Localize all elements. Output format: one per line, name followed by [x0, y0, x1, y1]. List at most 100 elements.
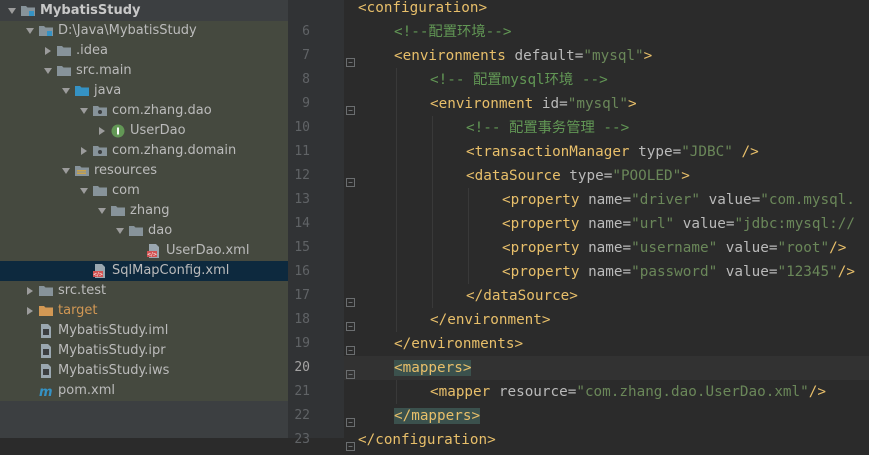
- code-line[interactable]: <environment id="mysql">: [430, 92, 637, 116]
- indent-guide: [432, 116, 433, 140]
- code-line[interactable]: </environment>: [430, 308, 551, 332]
- fold-marker-icon[interactable]: [346, 436, 355, 451]
- tree-item-resources[interactable]: resources: [0, 161, 288, 181]
- ipr-file-icon: [38, 343, 54, 359]
- fold-marker-icon[interactable]: [346, 340, 355, 355]
- fold-marker-icon[interactable]: [346, 100, 355, 115]
- chevron-down-icon[interactable]: [76, 103, 92, 119]
- tree-item-label: com: [112, 183, 140, 198]
- code-token: "com.mysql.: [760, 192, 855, 208]
- tree-item-label: D:\Java\MybatisStudy: [58, 23, 197, 38]
- source-folder-icon: [74, 83, 90, 99]
- tree-item-label: target: [58, 303, 98, 318]
- chevron-right-icon[interactable]: [40, 43, 56, 59]
- tree-item-mybatisstudy-ipr[interactable]: MybatisStudy.ipr: [0, 341, 288, 361]
- code-token: />: [837, 264, 855, 280]
- code-line[interactable]: </configuration>: [358, 428, 496, 452]
- code-line[interactable]: </environments>: [394, 332, 523, 356]
- indent-guide: [468, 212, 469, 236]
- code-token: </dataSource>: [466, 288, 578, 304]
- tree-item-target[interactable]: target: [0, 301, 288, 321]
- code-token: <property: [502, 192, 589, 208]
- chevron-down-icon[interactable]: [58, 163, 74, 179]
- code-line[interactable]: <environments default="mysql">: [394, 44, 652, 68]
- code-line[interactable]: <property name="username" value="root"/>: [502, 236, 846, 260]
- line-number: 10: [294, 120, 310, 135]
- chevron-down-icon[interactable]: [22, 23, 38, 39]
- tree-item-java[interactable]: java: [0, 81, 288, 101]
- line-number: [288, 0, 310, 20]
- excluded-folder-icon: [38, 303, 54, 319]
- tree-item-com-zhang-dao[interactable]: com.zhang.dao: [0, 101, 288, 121]
- code-token: "url": [631, 216, 675, 232]
- code-line[interactable]: <property name="driver" value="com.mysql…: [502, 188, 855, 212]
- chevron-down-icon[interactable]: [40, 63, 56, 79]
- code-token: <mappers>: [394, 360, 472, 376]
- tree-item-pom-xml[interactable]: m pom.xml: [0, 381, 288, 401]
- tree-item-com-zhang-domain[interactable]: com.zhang.domain: [0, 141, 288, 161]
- indent-guide: [396, 212, 397, 236]
- line-number: 7: [302, 48, 310, 63]
- code-line[interactable]: <!-- 配置事务管理 -->: [466, 116, 629, 140]
- chevron-down-icon[interactable]: [58, 83, 74, 99]
- chevron-down-icon[interactable]: [4, 3, 20, 19]
- tree-item-mybatisstudy-iws[interactable]: MybatisStudy.iws: [0, 361, 288, 381]
- fold-marker-icon[interactable]: [346, 412, 355, 427]
- code-token: "password": [631, 264, 718, 280]
- tree-item-userdao-xml[interactable]: </> UserDao.xml: [0, 241, 288, 261]
- tree-item-com[interactable]: com: [0, 181, 288, 201]
- code-line[interactable]: <property name="url" value="jdbc:mysql:/…: [502, 212, 855, 236]
- line-number: 22: [294, 408, 310, 423]
- code-token: "jdbc:mysql://: [734, 216, 855, 232]
- fold-marker-icon[interactable]: [346, 364, 355, 379]
- code-token: "username": [631, 240, 718, 256]
- chevron-right-icon[interactable]: [76, 143, 92, 159]
- line-number: 19: [294, 336, 310, 351]
- tree-item-mybatisstudy-iml[interactable]: MybatisStudy.iml: [0, 321, 288, 341]
- code-line[interactable]: <dataSource type="POOLED">: [466, 164, 690, 188]
- fold-marker-icon[interactable]: [346, 52, 355, 67]
- tree-item-userdao[interactable]: UserDao: [0, 121, 288, 141]
- line-number: 13: [294, 192, 310, 207]
- code-line[interactable]: <property name="password" value="12345"/…: [502, 260, 855, 284]
- code-line[interactable]: <mapper resource="com.zhang.dao.UserDao.…: [430, 380, 826, 404]
- code-line[interactable]: <!-- 配置mysql环境 -->: [430, 68, 608, 92]
- module-folder-icon: [38, 23, 54, 39]
- fold-marker-icon[interactable]: [346, 292, 355, 307]
- indent-guide: [432, 188, 433, 212]
- package-icon: [92, 143, 108, 159]
- tree-item-idea[interactable]: .idea: [0, 41, 288, 61]
- code-line[interactable]: <transactionManager type="JDBC" />: [466, 140, 759, 164]
- tree-item-dao[interactable]: dao: [0, 221, 288, 241]
- tree-item-zhang[interactable]: zhang: [0, 201, 288, 221]
- tree-item-label: zhang: [130, 203, 170, 218]
- code-token: </environment>: [430, 312, 551, 328]
- code-line[interactable]: </dataSource>: [466, 284, 578, 308]
- line-number: 21: [294, 384, 310, 399]
- chevron-right-icon[interactable]: [22, 283, 38, 299]
- code-line[interactable]: <configuration>: [358, 0, 487, 20]
- fold-marker-icon[interactable]: [346, 172, 355, 187]
- xml-file-icon: </>: [146, 243, 162, 259]
- tree-item-src-main[interactable]: src.main: [0, 61, 288, 81]
- chevron-down-icon[interactable]: [76, 183, 92, 199]
- code-line[interactable]: <mappers>: [394, 356, 472, 380]
- chevron-down-icon[interactable]: [112, 223, 128, 239]
- code-line[interactable]: </mappers>: [394, 404, 481, 428]
- tree-item-mybatisstudy[interactable]: MybatisStudy: [0, 1, 288, 21]
- indent-guide: [396, 260, 397, 284]
- tree-item-src-test[interactable]: src.test: [0, 281, 288, 301]
- code-token: id=: [541, 96, 568, 112]
- tree-item-sqlmapconfig-xml[interactable]: </> SqlMapConfig.xml: [0, 261, 288, 281]
- fold-marker-icon[interactable]: [346, 316, 355, 331]
- chevron-down-icon[interactable]: [94, 203, 110, 219]
- code-line[interactable]: <!--配置环境-->: [394, 20, 511, 44]
- chevron-right-icon[interactable]: [22, 303, 38, 319]
- tree-item-d-java-mybatisstudy[interactable]: D:\Java\MybatisStudy: [0, 21, 288, 41]
- indent-guide: [432, 212, 433, 236]
- code-token: <environments: [394, 48, 515, 64]
- chevron-right-icon[interactable]: [94, 123, 110, 139]
- tree-item-label: com.zhang.domain: [112, 143, 237, 158]
